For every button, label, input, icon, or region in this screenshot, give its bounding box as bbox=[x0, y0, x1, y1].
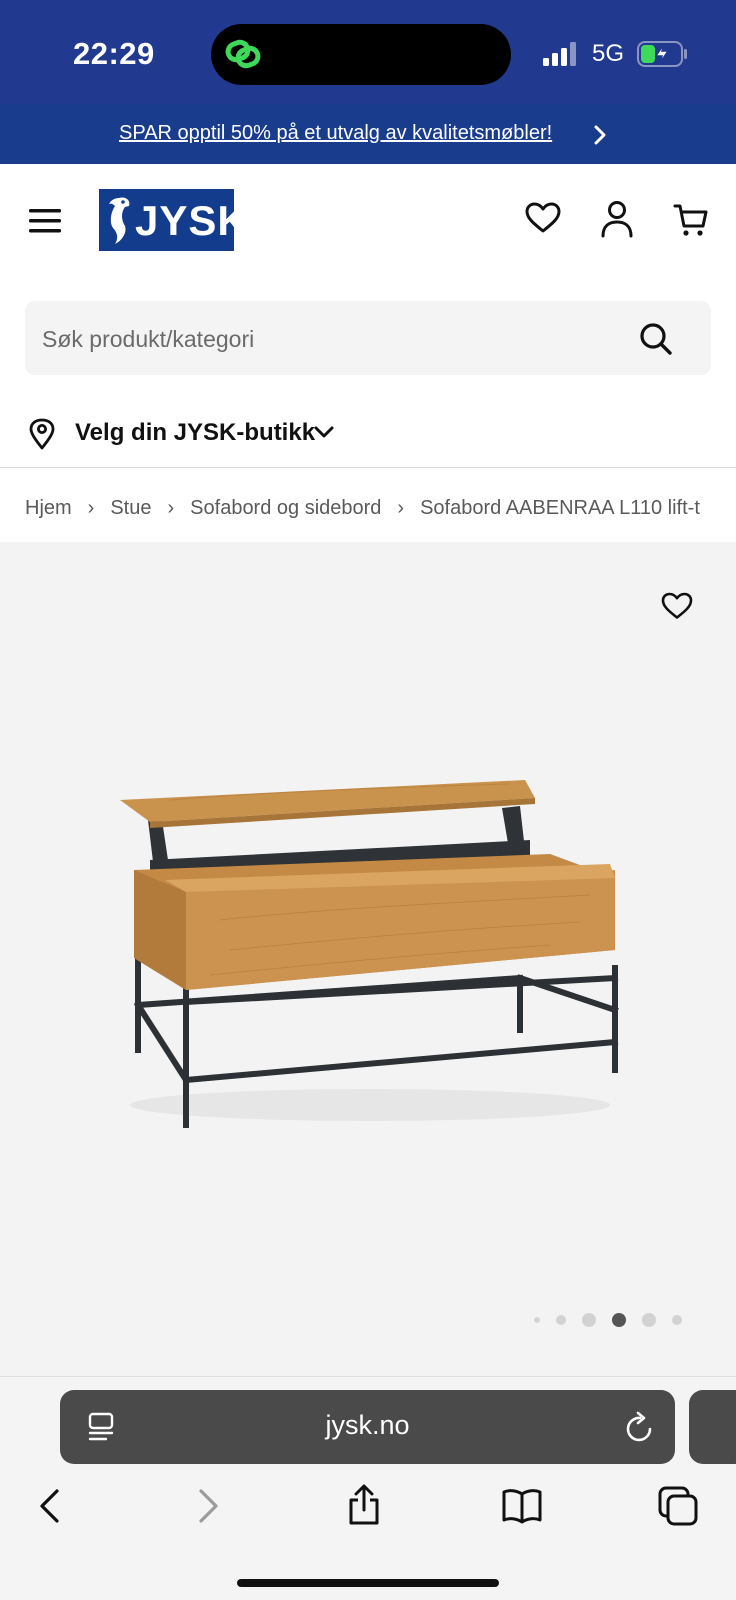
gallery-dot[interactable] bbox=[534, 1317, 540, 1323]
favorite-heart-icon[interactable] bbox=[661, 592, 693, 620]
signal-icon bbox=[543, 42, 576, 66]
breadcrumb-item-category[interactable]: Sofabord og sidebord bbox=[190, 497, 381, 520]
breadcrumb-item-home[interactable]: Hjem bbox=[25, 497, 72, 520]
gallery-dot[interactable] bbox=[612, 1313, 626, 1327]
store-selector[interactable]: Velg din JYSK-butikk bbox=[75, 419, 315, 447]
status-time: 22:29 bbox=[73, 36, 155, 71]
search-placeholder: Søk produkt/kategori bbox=[42, 326, 255, 352]
next-tab-preview[interactable] bbox=[689, 1390, 736, 1464]
gallery-dot[interactable] bbox=[582, 1313, 596, 1327]
chevron-right-icon[interactable] bbox=[592, 124, 608, 146]
gallery-dot[interactable] bbox=[672, 1315, 682, 1325]
status-bar: 22:29 5G bbox=[0, 0, 736, 104]
breadcrumb-separator-icon: › bbox=[397, 496, 405, 519]
tabs-icon[interactable] bbox=[658, 1486, 698, 1526]
breadcrumb-item-product: Sofabord AABENRAA L110 lift-t bbox=[420, 496, 700, 519]
logo-text: JYSK bbox=[135, 197, 249, 244]
breadcrumb-separator-icon: › bbox=[87, 496, 95, 519]
breadcrumb: Hjem › Stue › Sofabord og sidebord › Sof… bbox=[25, 493, 711, 523]
gallery-dot[interactable] bbox=[556, 1315, 566, 1325]
promo-link[interactable]: SPAR opptil 50% på et utvalg av kvalitet… bbox=[119, 122, 552, 145]
breadcrumb-item-stue[interactable]: Stue bbox=[110, 497, 151, 520]
forward-icon[interactable] bbox=[197, 1488, 221, 1524]
location-pin-icon bbox=[29, 418, 55, 450]
chevron-down-icon[interactable] bbox=[313, 424, 335, 440]
product-image bbox=[120, 780, 619, 1128]
reload-icon[interactable] bbox=[625, 1411, 655, 1443]
heart-icon[interactable] bbox=[525, 202, 561, 234]
jysk-logo[interactable]: JYSK bbox=[99, 189, 248, 251]
bookmarks-icon[interactable] bbox=[501, 1488, 543, 1524]
url-text[interactable]: jysk.no bbox=[60, 1410, 675, 1441]
search-icon[interactable] bbox=[639, 322, 673, 356]
divider bbox=[0, 467, 736, 468]
link-icon bbox=[225, 39, 261, 69]
back-icon[interactable] bbox=[37, 1488, 61, 1524]
menu-icon[interactable] bbox=[29, 208, 61, 234]
search-input[interactable]: Søk produkt/kategori bbox=[25, 301, 711, 375]
share-icon[interactable] bbox=[346, 1484, 382, 1526]
gallery-dot[interactable] bbox=[642, 1313, 656, 1327]
dynamic-island bbox=[211, 24, 511, 85]
cart-icon[interactable] bbox=[673, 202, 709, 238]
battery-charging-icon bbox=[637, 41, 687, 67]
address-bar[interactable]: jysk.no bbox=[60, 1390, 675, 1464]
network-type: 5G bbox=[592, 40, 625, 67]
user-icon[interactable] bbox=[600, 200, 634, 238]
bird-logo-icon bbox=[109, 197, 130, 244]
breadcrumb-separator-icon: › bbox=[167, 496, 175, 519]
home-indicator bbox=[237, 1579, 499, 1587]
promo-banner[interactable]: SPAR opptil 50% på et utvalg av kvalitet… bbox=[0, 104, 736, 164]
gallery-pagination bbox=[534, 1313, 682, 1327]
